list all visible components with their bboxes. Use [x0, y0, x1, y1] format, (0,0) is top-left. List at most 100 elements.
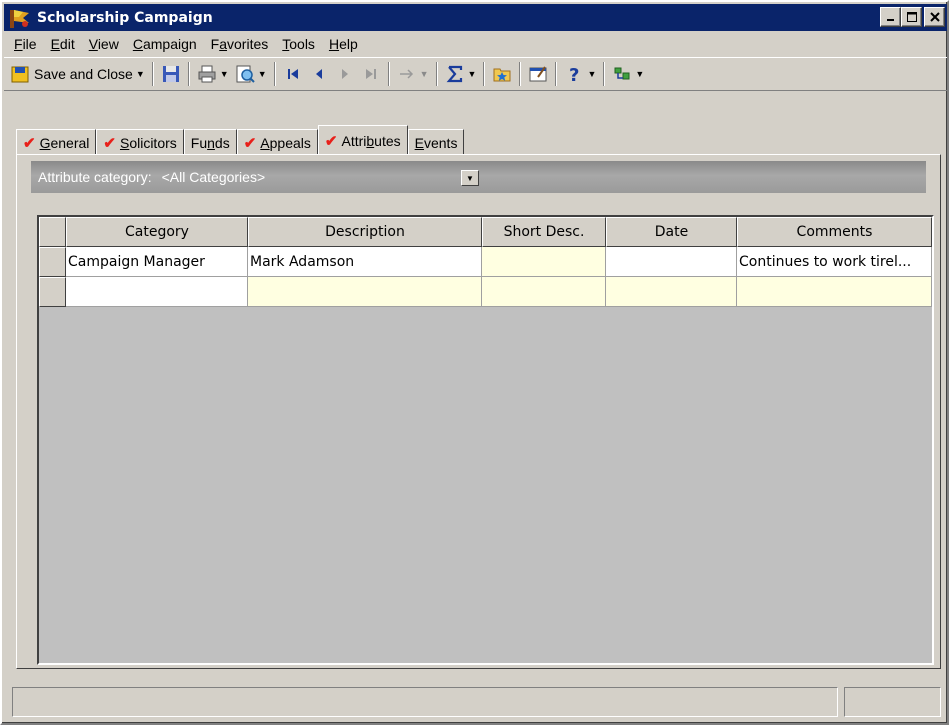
- printer-icon: [198, 65, 216, 83]
- maximize-icon: [906, 12, 917, 22]
- save-and-close-button[interactable]: Save and Close ▼: [8, 61, 148, 87]
- title-bar[interactable]: Scholarship Campaign: [4, 4, 947, 31]
- summary-button[interactable]: ▼: [442, 61, 480, 87]
- menu-favorites[interactable]: Favorites: [205, 36, 277, 52]
- status-pane-main: [12, 687, 838, 717]
- column-header-short-desc[interactable]: Short Desc.: [482, 217, 606, 247]
- cell-comments[interactable]: [737, 277, 932, 307]
- cell-comments[interactable]: Continues to work tirel...: [737, 247, 932, 277]
- arrow-right-icon: [399, 69, 413, 79]
- toolbar-separator: [151, 62, 154, 86]
- cell-short-desc[interactable]: [482, 277, 606, 307]
- attribute-category-select[interactable]: <All Categories>: [162, 169, 266, 185]
- menu-view[interactable]: View: [83, 36, 127, 52]
- customize-dropdown-icon[interactable]: ▼: [635, 69, 644, 79]
- cell-date[interactable]: [606, 277, 737, 307]
- minimize-button[interactable]: [880, 7, 901, 27]
- cell-category[interactable]: Campaign Manager: [66, 247, 248, 277]
- attributes-grid: Category Description Short Desc. Date Co…: [37, 215, 934, 665]
- maximize-button[interactable]: [901, 7, 922, 27]
- next-record-icon: [341, 69, 348, 79]
- chevron-down-icon: ▼: [466, 173, 474, 183]
- save-and-close-label: Save and Close: [34, 66, 133, 82]
- go-to-button[interactable]: ▼: [394, 61, 432, 87]
- main-window: Scholarship Campaign File Edit View Camp…: [0, 0, 949, 725]
- check-icon: ✔: [243, 134, 257, 152]
- menu-help[interactable]: Help: [323, 36, 366, 52]
- column-header-date[interactable]: Date: [606, 217, 737, 247]
- toolbar-separator: [273, 62, 276, 86]
- menu-campaign[interactable]: Campaign: [127, 36, 205, 52]
- menu-tools[interactable]: Tools: [276, 36, 323, 52]
- toolbar-separator: [387, 62, 390, 86]
- save-close-dropdown-icon[interactable]: ▼: [136, 69, 145, 79]
- campaign-app-icon: [10, 9, 29, 28]
- toolbar-separator: [519, 62, 522, 86]
- close-button[interactable]: [924, 7, 945, 27]
- tab-events[interactable]: Events: [407, 129, 465, 155]
- check-icon: ✔: [103, 134, 116, 152]
- previous-record-icon: [315, 69, 322, 79]
- status-pane-secondary: [844, 687, 941, 717]
- properties-button[interactable]: [525, 61, 551, 87]
- toolbar: Save and Close ▼ ▼ ▼ ▼ ▼ ? ▼ ▼: [4, 57, 947, 91]
- row-selector[interactable]: [39, 277, 66, 307]
- summary-dropdown-icon[interactable]: ▼: [468, 69, 477, 79]
- status-bar: [12, 687, 941, 717]
- svg-text:?: ?: [569, 65, 579, 84]
- tab-attributes[interactable]: ✔ Attri b utes: [317, 125, 408, 155]
- customize-button[interactable]: ▼: [609, 61, 647, 87]
- cell-date[interactable]: [606, 247, 737, 277]
- tab-funds[interactable]: Fu n ds: [183, 129, 237, 155]
- attribute-category-label: Attribute category:: [38, 169, 152, 185]
- first-record-button[interactable]: [280, 61, 306, 87]
- row-selector[interactable]: [39, 247, 66, 277]
- menu-file[interactable]: File: [8, 36, 45, 52]
- toolbar-separator: [435, 62, 438, 86]
- cell-description[interactable]: [248, 277, 482, 307]
- print-button[interactable]: ▼: [194, 61, 232, 87]
- cell-category[interactable]: [66, 277, 248, 307]
- menu-edit[interactable]: Edit: [45, 36, 83, 52]
- menu-bar: File Edit View Campaign Favorites Tools …: [4, 33, 947, 55]
- favorites-folder-icon: [493, 68, 511, 82]
- print-preview-icon: [236, 65, 255, 83]
- next-record-button[interactable]: [332, 61, 358, 87]
- last-record-button[interactable]: [358, 61, 384, 87]
- tab-solicitors[interactable]: ✔ Solicitors: [96, 129, 184, 155]
- preview-dropdown-icon[interactable]: ▼: [258, 69, 267, 79]
- first-record-icon: [287, 69, 298, 79]
- properties-icon: [529, 66, 547, 82]
- tab-appeals[interactable]: ✔ Appeals: [236, 129, 318, 155]
- column-header-description[interactable]: Description: [248, 217, 482, 247]
- save-close-icon: [11, 66, 29, 83]
- save-button[interactable]: [158, 61, 184, 87]
- tab-general[interactable]: ✔ General: [16, 129, 97, 155]
- go-to-dropdown-icon[interactable]: ▼: [420, 69, 429, 79]
- help-button[interactable]: ? ▼: [561, 61, 599, 87]
- window-title: Scholarship Campaign: [37, 9, 213, 26]
- help-question-icon: ?: [569, 65, 579, 84]
- column-header-category[interactable]: Category: [66, 217, 248, 247]
- toolbar-separator: [555, 62, 558, 86]
- category-dropdown-button[interactable]: ▼: [461, 170, 479, 186]
- previous-record-button[interactable]: [306, 61, 332, 87]
- column-header-comments[interactable]: Comments: [737, 217, 932, 247]
- print-dropdown-icon[interactable]: ▼: [220, 69, 229, 79]
- record-tabs: ✔ General ✔ Solicitors Fu n ds ✔ Appeals ✔ Att…: [16, 125, 465, 155]
- customize-icon: [614, 67, 630, 80]
- sigma-icon: [446, 65, 462, 83]
- minimize-icon: [886, 19, 894, 21]
- cell-short-desc[interactable]: [482, 247, 606, 277]
- help-dropdown-icon[interactable]: ▼: [587, 69, 596, 79]
- check-icon: ✔: [324, 132, 338, 150]
- grid-corner-header[interactable]: [39, 217, 66, 247]
- toolbar-separator: [603, 62, 606, 86]
- cell-description[interactable]: Mark Adamson: [248, 247, 482, 277]
- favorites-button[interactable]: [489, 61, 515, 87]
- print-preview-button[interactable]: ▼: [232, 61, 270, 87]
- attributes-panel: Attribute category: <All Categories> ▼ C…: [16, 154, 941, 669]
- attribute-filter-bar: Attribute category: <All Categories> ▼: [31, 161, 926, 193]
- last-record-icon: [365, 69, 376, 79]
- check-icon: ✔: [23, 134, 36, 152]
